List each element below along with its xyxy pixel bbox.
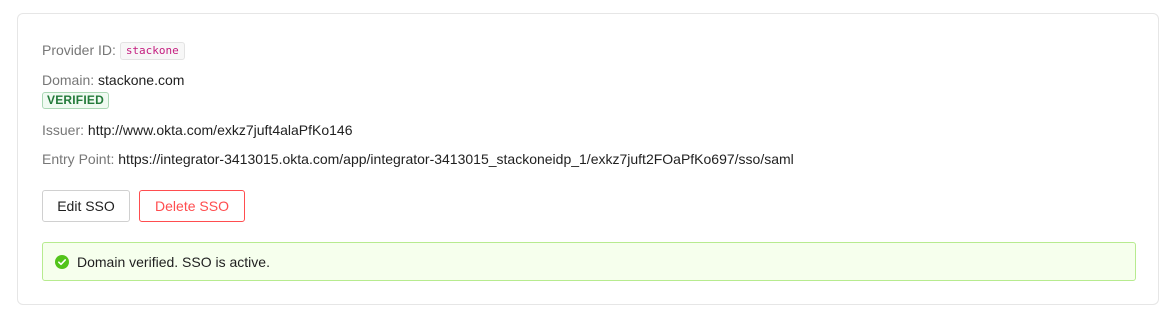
entry-point-label: Entry Point: (42, 151, 115, 167)
domain-value: stackone.com (98, 72, 185, 88)
success-alert: Domain verified. SSO is active. (42, 242, 1136, 281)
domain-label: Domain: (42, 72, 95, 88)
check-circle-icon (55, 255, 69, 269)
verified-status-badge: VERIFIED (42, 92, 109, 109)
alert-message: Domain verified. SSO is active. (77, 254, 270, 270)
delete-sso-button[interactable]: Delete SSO (139, 190, 245, 222)
entry-point-row: Entry Point: https://integrator-3413015.… (42, 150, 794, 168)
edit-sso-button[interactable]: Edit SSO (42, 190, 130, 222)
provider-id-row: Provider ID: stackone (42, 41, 185, 60)
issuer-row: Issuer: http://www.okta.com/exkz7juft4al… (42, 121, 353, 139)
domain-row: Domain: stackone.com (42, 71, 184, 89)
provider-id-value: stackone (119, 42, 185, 60)
provider-id-label: Provider ID: (42, 42, 116, 58)
entry-point-value: https://integrator-3413015.okta.com/app/… (118, 151, 794, 167)
issuer-label: Issuer: (42, 122, 85, 138)
sso-config-card: Provider ID: stackone Domain: stackone.c… (17, 13, 1159, 305)
issuer-value: http://www.okta.com/exkz7juft4alaPfKo146 (87, 122, 353, 138)
